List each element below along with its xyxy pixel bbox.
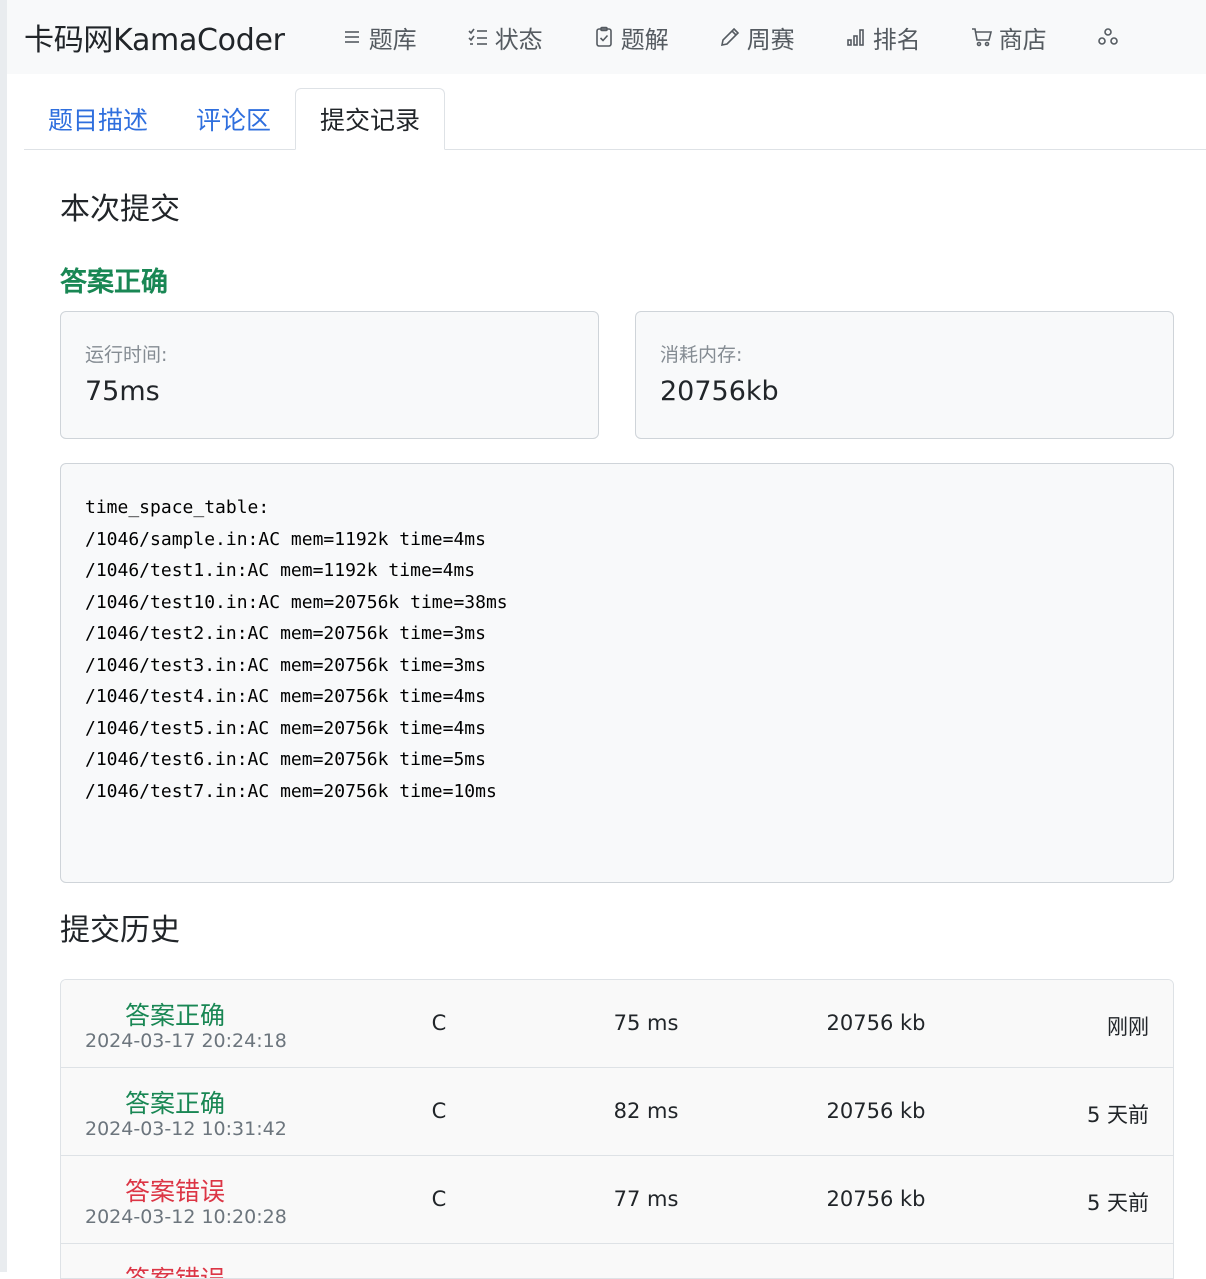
history-relative-time: 5 天前 (1086, 1191, 1149, 1215)
history-result: 答案错误 (125, 1177, 226, 1206)
cart-icon (971, 28, 992, 47)
left-rail (0, 0, 7, 1272)
current-submission-title: 本次提交 (60, 192, 180, 227)
tab-comments[interactable]: 评论区 (172, 88, 295, 149)
history-date: 2024-03-17 20:24:18 (85, 1030, 287, 1052)
pencil-icon (720, 27, 739, 47)
log-line: /1046/test5.in:AC mem=20756k time=4ms (85, 717, 486, 739)
memory-card: 消耗内存: 20756kb (635, 311, 1174, 439)
history-memory: 20756 kb (826, 1011, 926, 1035)
submission-status: 答案正确 (60, 267, 168, 298)
runtime-value: 75ms (85, 376, 160, 407)
history-relative-time: 5 天前 (1086, 1103, 1149, 1127)
nav-item-shop[interactable]: 商店 (971, 20, 1047, 55)
history-result: 答案错误 (125, 1260, 225, 1278)
log-line: /1046/test6.in:AC mem=20756k time=5ms (85, 749, 486, 770)
history-memory: 20756 kb (826, 1099, 926, 1123)
nav-item-user-partial[interactable] (1097, 26, 1125, 48)
log-line: /1046/test4.in:AC mem=20756k time=4ms (85, 686, 486, 707)
history-row[interactable]: 答案错误 (61, 1244, 1173, 1278)
nav-item-label: 题库 (368, 25, 417, 54)
log-line: /1046/test1.in:AC mem=1192k time=4ms (85, 560, 476, 581)
nav-item-label: 题解 (620, 25, 669, 54)
nav-item-label: 商店 (998, 25, 1047, 54)
history-runtime: 82 ms (613, 1099, 679, 1123)
runtime-label: 运行时间: (85, 344, 168, 366)
tab-description[interactable]: 题目描述 (24, 88, 172, 149)
memory-label: 消耗内存: (660, 344, 743, 366)
history-row[interactable]: 答案正确 2024-03-17 20:24:18 C 75 ms 20756 k… (61, 980, 1173, 1068)
people-icon (1097, 28, 1118, 45)
list-icon (344, 31, 359, 43)
checklist-icon (468, 28, 487, 45)
brand-logo[interactable]: 卡码网KamaCoder (24, 15, 285, 59)
nav-item-label: 排名 (872, 25, 921, 54)
history-result: 答案正确 (125, 1001, 226, 1030)
clipboard-check-icon (595, 26, 612, 47)
memory-value: 20756kb (660, 376, 779, 407)
log-line: /1046/sample.in:AC mem=1192k time=4ms (85, 528, 486, 550)
history-language: C (431, 1099, 447, 1123)
history-language: C (431, 1187, 447, 1211)
log-line: /1046/test10.in:AC mem=20756k time=38ms (85, 591, 508, 613)
top-navbar: 卡码网KamaCoder 题库 状态 题解 周赛 排名 商店 (7, 0, 1206, 74)
nav-item-solutions[interactable]: 题解 (593, 20, 669, 55)
history-date: 2024-03-12 10:20:28 (85, 1206, 287, 1228)
bar-chart-icon (846, 29, 864, 46)
tab-submissions[interactable]: 提交记录 (295, 88, 446, 150)
history-date: 2024-03-12 10:31:42 (85, 1118, 287, 1140)
log-line: time_space_table: (85, 497, 270, 518)
history-relative-time: 刚刚 (1107, 1015, 1149, 1039)
nav-item-ranking[interactable]: 排名 (845, 20, 921, 55)
log-line: /1046/test2.in:AC mem=20756k time=3ms (85, 623, 486, 644)
problem-tabs: 题目描述 评论区 提交记录 (24, 88, 1206, 150)
history-result: 答案正确 (125, 1089, 226, 1118)
log-line: /1046/test7.in:AC mem=20756k time=10ms (85, 780, 497, 802)
nav-item-problems[interactable]: 题库 (341, 20, 417, 55)
nav-item-label: 周赛 (746, 25, 795, 54)
nav-item-contest[interactable]: 周赛 (719, 20, 795, 55)
history-row[interactable]: 答案错误 2024-03-12 10:20:28 C 77 ms 20756 k… (61, 1156, 1173, 1244)
log-line: /1046/test3.in:AC mem=20756k time=3ms (85, 654, 486, 676)
history-runtime: 75 ms (613, 1011, 679, 1035)
runtime-card: 运行时间: 75ms (60, 311, 599, 439)
history-memory: 20756 kb (826, 1187, 926, 1211)
history-language: C (431, 1011, 447, 1035)
history-row[interactable]: 答案正确 2024-03-12 10:31:42 C 82 ms 20756 k… (61, 1068, 1173, 1156)
history-runtime: 77 ms (613, 1187, 679, 1211)
main-nav: 题库 状态 题解 周赛 排名 商店 (341, 20, 1125, 55)
submission-history-list: 答案正确 2024-03-17 20:24:18 C 75 ms 20756 k… (60, 979, 1174, 1279)
judge-log[interactable]: time_space_table: /1046/sample.in:AC mem… (60, 463, 1174, 883)
history-title: 提交历史 (60, 913, 180, 948)
nav-item-label: 状态 (494, 25, 543, 54)
nav-item-status[interactable]: 状态 (467, 20, 543, 55)
